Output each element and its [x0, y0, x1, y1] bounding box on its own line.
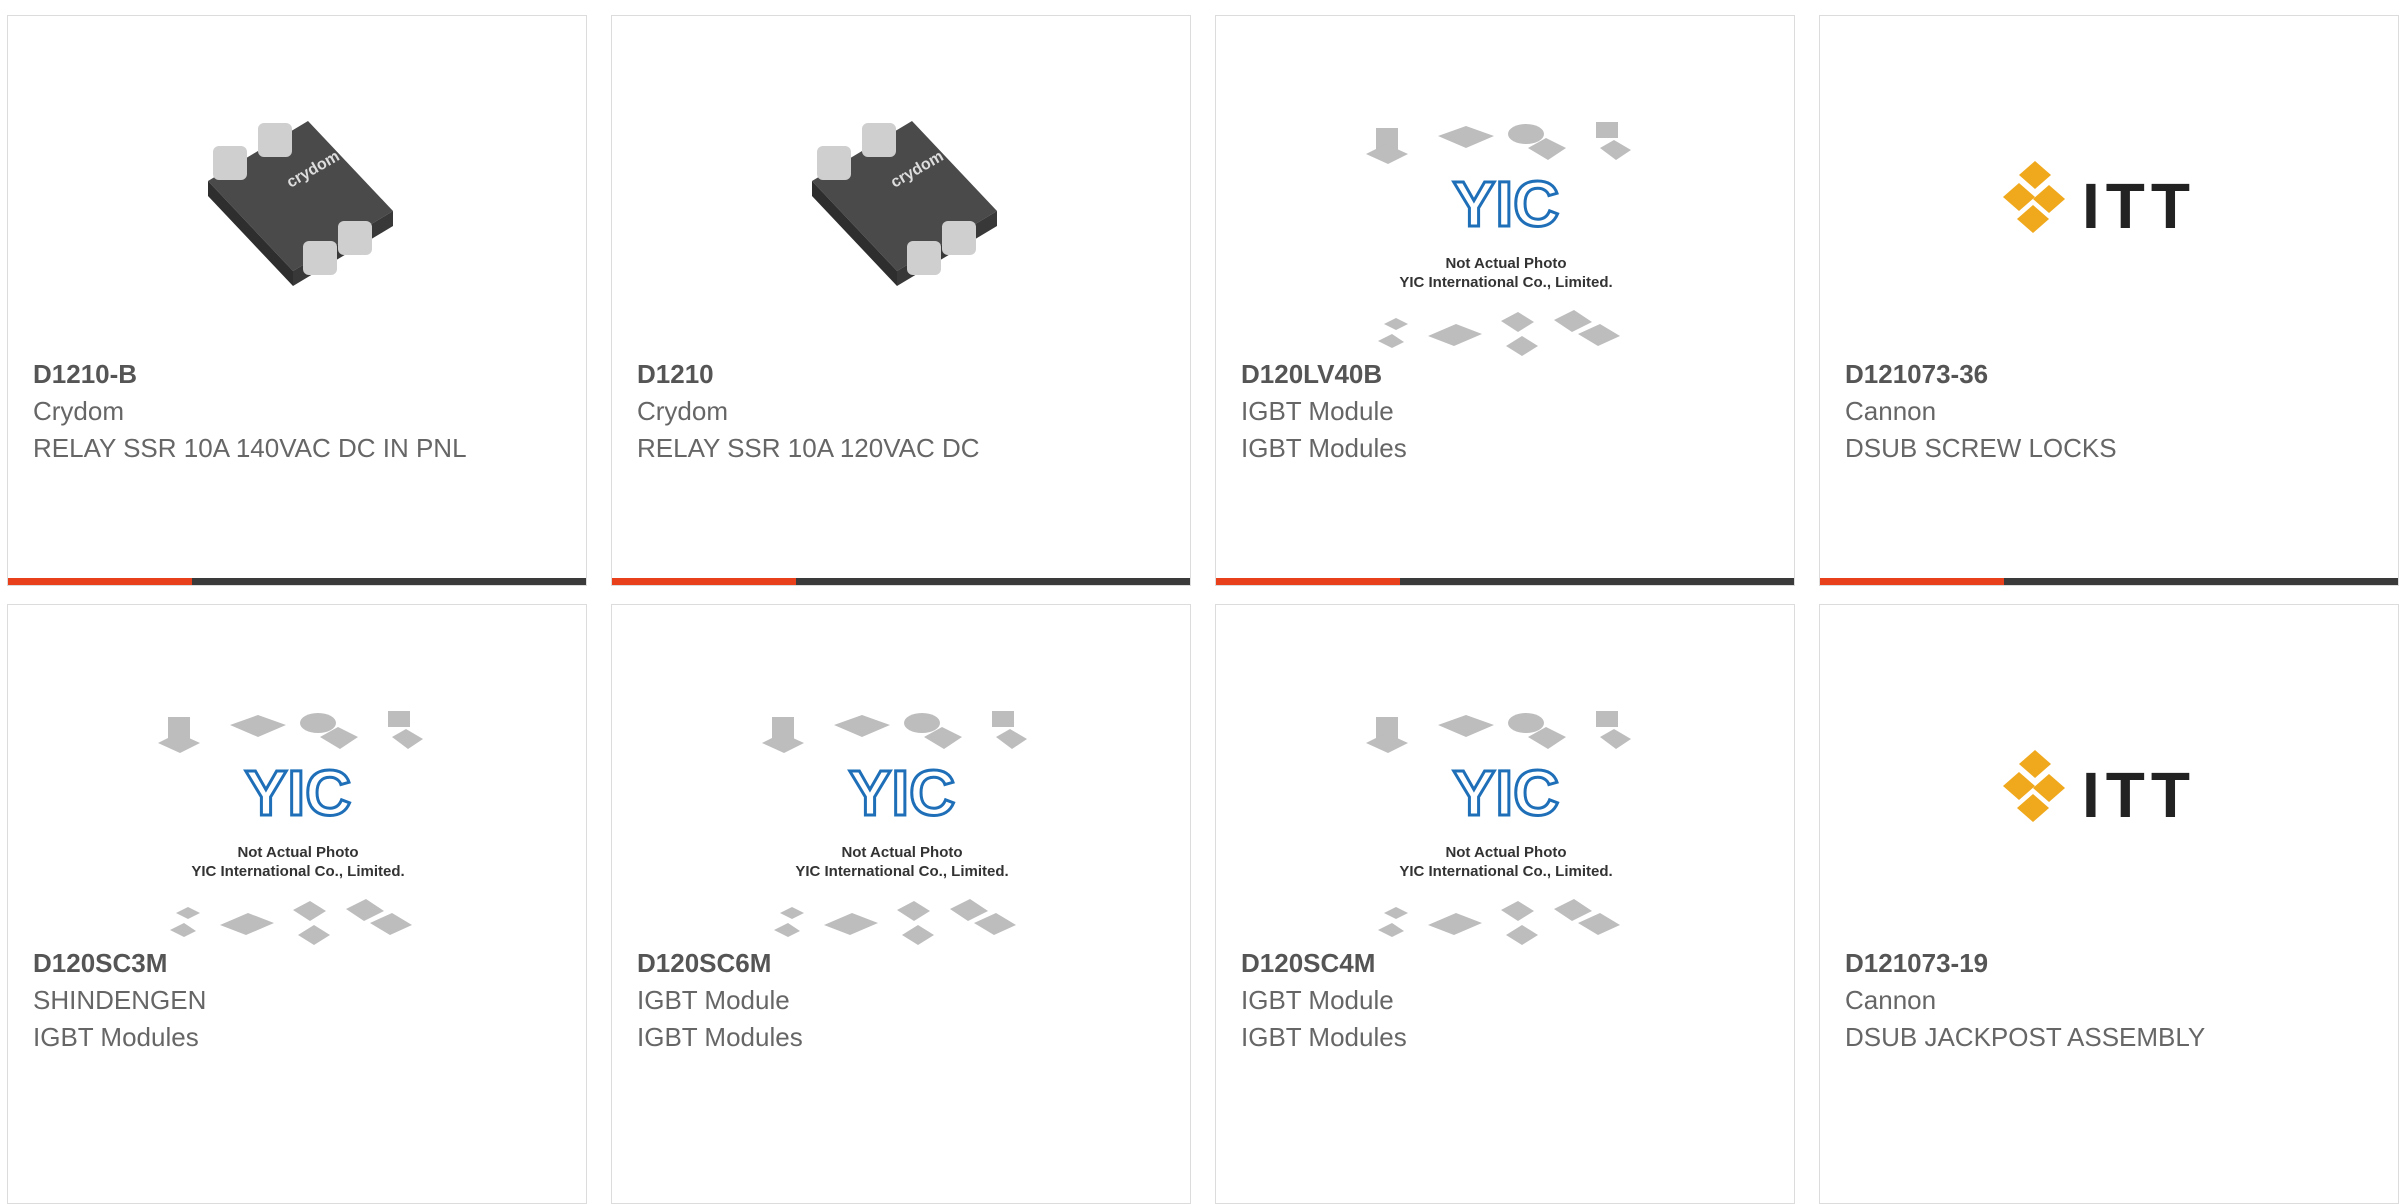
manufacturer: IGBT Module: [1241, 396, 1394, 426]
svg-text:ITT: ITT: [2082, 759, 2196, 831]
card-bottom-bar: [1216, 578, 1794, 585]
product-card[interactable]: YIC Not Actual Photo YIC International C…: [611, 604, 1191, 1204]
manufacturer: IGBT Module: [1241, 985, 1394, 1015]
description: DSUB SCREW LOCKS: [1845, 433, 2117, 463]
svg-text:Not Actual Photo: Not Actual Photo: [237, 844, 358, 861]
part-number[interactable]: D1210-B: [33, 356, 473, 393]
description: IGBT Modules: [1241, 1022, 1407, 1052]
product-card[interactable]: ITT D121073-36 Cannon DSUB SCREW LOCKS: [1819, 15, 2399, 586]
manufacturer: IGBT Module: [637, 985, 790, 1015]
svg-text:Not Actual Photo: Not Actual Photo: [841, 844, 962, 861]
svg-text:ITT: ITT: [2082, 170, 2196, 242]
part-number[interactable]: D120SC4M: [1241, 945, 1681, 982]
description: IGBT Modules: [637, 1022, 803, 1052]
part-number[interactable]: D121073-19: [1845, 945, 2285, 982]
manufacturer: Cannon: [1845, 985, 1937, 1015]
description: DSUB JACKPOST ASSEMBLY: [1845, 1022, 2206, 1052]
product-card[interactable]: ITT D121073-19 Cannon DSUB JACKPOST ASSE…: [1819, 604, 2399, 1204]
svg-text:YIC: YIC: [849, 757, 956, 829]
description: RELAY SSR 10A 140VAC DC IN PNL: [33, 433, 467, 463]
card-accent-bar: [1820, 578, 2004, 585]
product-image-placeholder[interactable]: YIC Not Actual Photo YIC International C…: [1216, 645, 1795, 945]
manufacturer: SHINDENGEN: [33, 985, 207, 1015]
card-accent-bar: [612, 578, 796, 585]
itt-logo-image[interactable]: ITT: [1820, 56, 2399, 356]
product-image-relay[interactable]: crydom: [8, 56, 587, 356]
svg-text:Not Actual Photo: Not Actual Photo: [1445, 844, 1566, 861]
part-number[interactable]: D1210: [637, 356, 1077, 393]
svg-text:YIC International Co., Limited: YIC International Co., Limited.: [1399, 274, 1612, 291]
card-accent-bar: [1216, 578, 1400, 585]
product-grid: crydom D1210-B Crydom RELAY SSR 10A 140V…: [0, 0, 2400, 1204]
svg-text:YIC International Co., Limited: YIC International Co., Limited.: [1399, 863, 1612, 880]
manufacturer: Cannon: [1845, 396, 1937, 426]
manufacturer: Crydom: [637, 396, 729, 426]
svg-text:YIC International Co., Limited: YIC International Co., Limited.: [795, 863, 1008, 880]
itt-logo-image[interactable]: ITT: [1820, 645, 2399, 945]
part-number[interactable]: D121073-36: [1845, 356, 2285, 393]
part-number[interactable]: D120SC6M: [637, 945, 1077, 982]
product-image-relay[interactable]: crydom: [612, 56, 1191, 356]
description: IGBT Modules: [1241, 433, 1407, 463]
manufacturer: Crydom: [33, 396, 125, 426]
svg-text:YIC: YIC: [1453, 757, 1560, 829]
part-number[interactable]: D120SC3M: [33, 945, 473, 982]
product-card[interactable]: crydom D1210-B Crydom RELAY SSR 10A 140V…: [7, 15, 587, 586]
card-bottom-bar: [1820, 578, 2398, 585]
part-number[interactable]: D120LV40B: [1241, 356, 1681, 393]
svg-text:YIC: YIC: [1453, 168, 1560, 240]
product-card[interactable]: YIC Not Actual Photo YIC International C…: [1215, 604, 1795, 1204]
svg-text:YIC International Co., Limited: YIC International Co., Limited.: [191, 863, 404, 880]
card-bottom-bar: [612, 578, 1190, 585]
product-card[interactable]: YIC Not Actual Photo YIC International C…: [1215, 15, 1795, 586]
product-card[interactable]: YIC Not Actual Photo YIC International C…: [7, 604, 587, 1204]
product-image-placeholder[interactable]: YIC Not Actual Photo YIC International C…: [612, 645, 1191, 945]
svg-text:Not Actual Photo: Not Actual Photo: [1445, 255, 1566, 272]
svg-text:YIC: YIC: [245, 757, 352, 829]
description: RELAY SSR 10A 120VAC DC: [637, 433, 980, 463]
card-bottom-bar: [8, 578, 586, 585]
product-image-placeholder[interactable]: YIC Not Actual Photo YIC International C…: [1216, 56, 1795, 356]
card-accent-bar: [8, 578, 192, 585]
product-image-placeholder[interactable]: YIC Not Actual Photo YIC International C…: [8, 645, 587, 945]
description: IGBT Modules: [33, 1022, 199, 1052]
product-card[interactable]: crydom D1210 Crydom RELAY SSR 10A 120VAC…: [611, 15, 1191, 586]
